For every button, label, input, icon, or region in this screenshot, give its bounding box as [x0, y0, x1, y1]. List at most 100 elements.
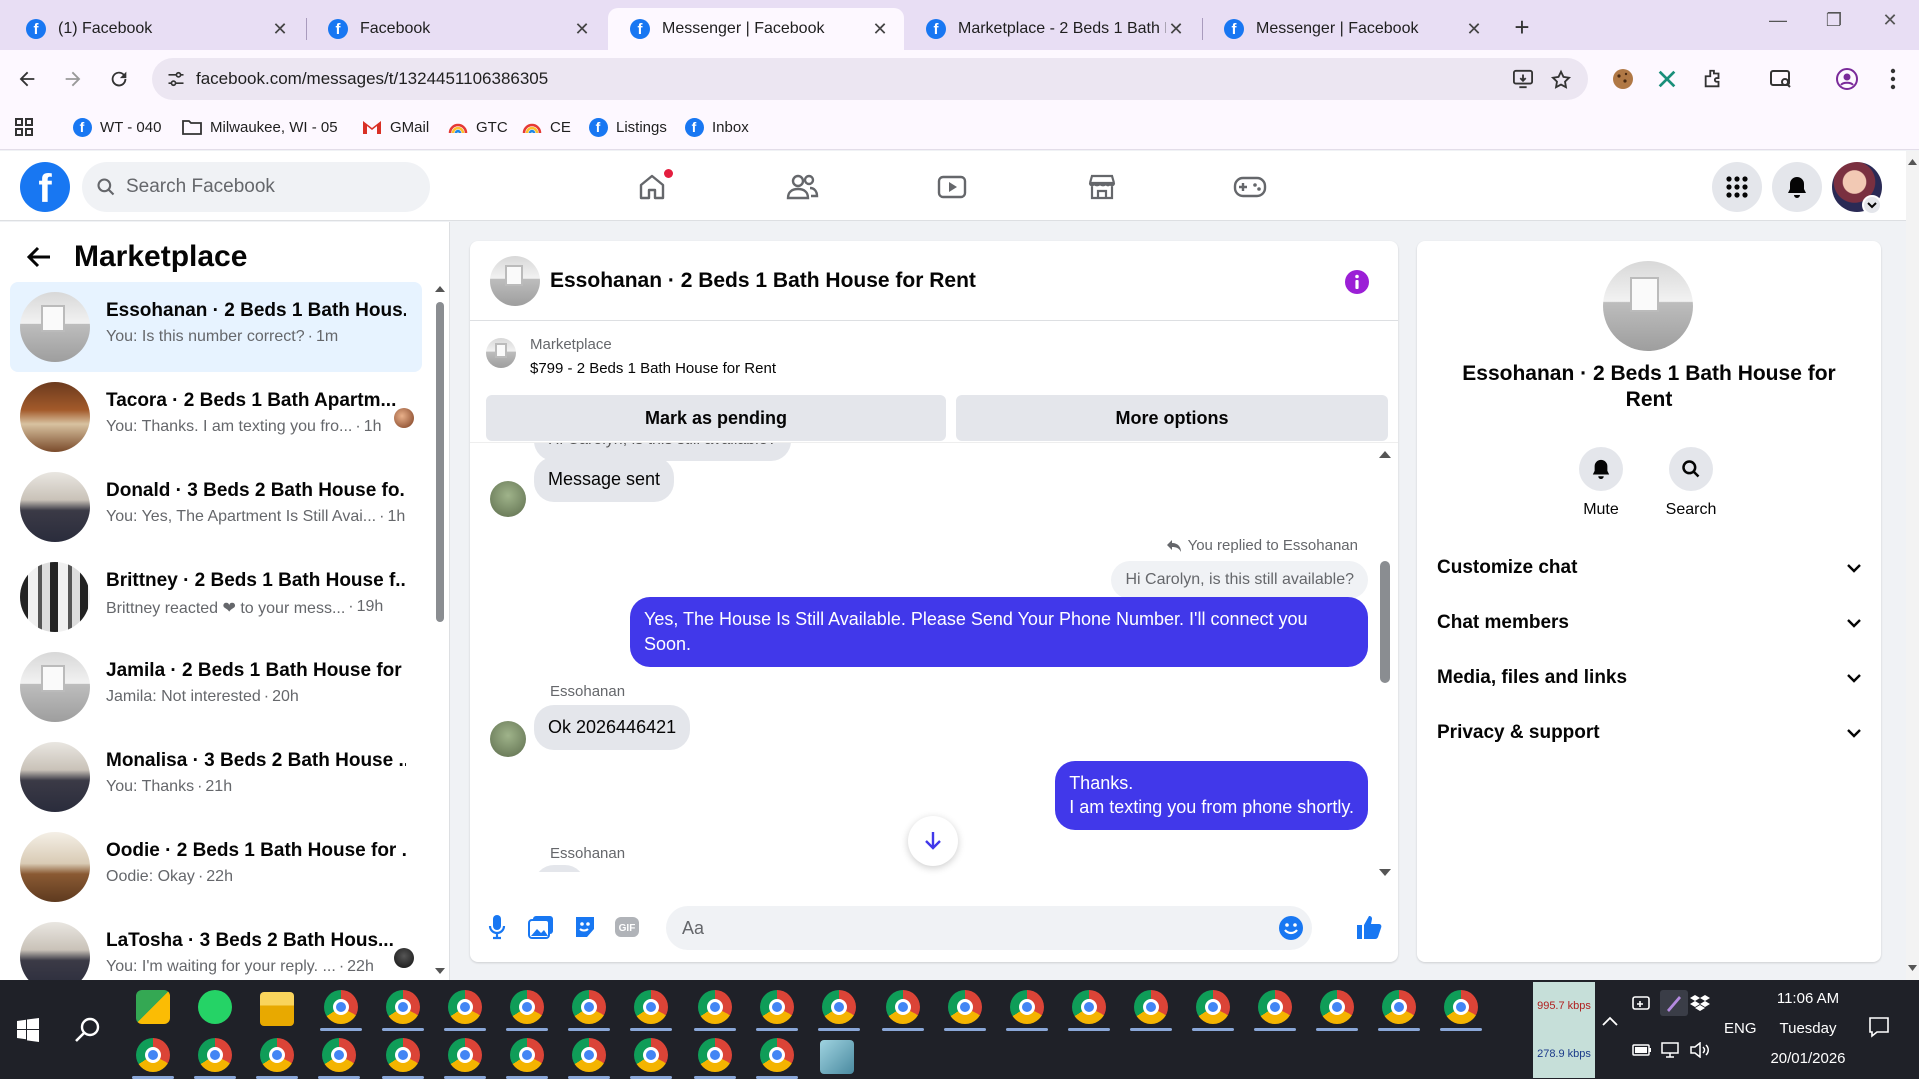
bookmark-inbox[interactable]: f Inbox	[684, 117, 749, 137]
info-avatar[interactable]	[1603, 261, 1693, 351]
close-icon[interactable]: ✕	[1464, 19, 1484, 40]
mark-as-pending-button[interactable]: Mark as pending	[486, 395, 946, 441]
browser-menu-icon[interactable]	[1880, 66, 1906, 92]
info-button[interactable]	[1344, 269, 1370, 295]
close-icon[interactable]: ✕	[1166, 19, 1186, 40]
conversation-item[interactable]: Donald · 3 Beds 2 Bath House fo... You: Y…	[10, 462, 422, 552]
new-tab-button[interactable]: +	[1508, 12, 1536, 43]
bookmark-listings[interactable]: f Listings	[588, 117, 667, 137]
screen-capture-icon[interactable]	[1632, 994, 1652, 1012]
chrome-window-icon[interactable]	[386, 1038, 420, 1072]
chrome-window-icon[interactable]	[322, 1038, 356, 1072]
whatsapp-icon[interactable]	[198, 990, 232, 1024]
sidebar-scroll-thumb[interactable]	[436, 302, 444, 622]
pen-tray-icon[interactable]	[1660, 990, 1688, 1016]
chrome-window-icon[interactable]	[198, 1038, 232, 1072]
page-scrollbar[interactable]	[1906, 151, 1919, 980]
bookmark-star-icon[interactable]	[1550, 69, 1572, 91]
show-hidden-icons-chevron-icon[interactable]	[1602, 1016, 1618, 1026]
chevron-down-icon[interactable]	[1862, 195, 1882, 215]
microphone-icon[interactable]	[482, 912, 512, 942]
extension-icon[interactable]	[1654, 66, 1680, 92]
chrome-window-icon[interactable]	[634, 990, 668, 1024]
chrome-window-icon[interactable]	[324, 990, 358, 1024]
minimize-icon[interactable]: —	[1763, 10, 1793, 31]
message-input-wrapper[interactable]	[666, 906, 1312, 950]
message-input[interactable]	[666, 906, 1226, 950]
sticker-icon[interactable]	[570, 912, 600, 942]
search-input[interactable]	[126, 176, 406, 198]
chrome-window-icon[interactable]	[448, 990, 482, 1024]
marketplace-nav-icon[interactable]	[1080, 165, 1124, 209]
address-bar[interactable]: facebook.com/messages/t/1324451106386305	[152, 58, 1588, 100]
incoming-phone-message[interactable]: Ok 2026446421	[534, 705, 691, 751]
scroll-to-bottom-button[interactable]	[908, 816, 958, 866]
chrome-window-icon[interactable]	[886, 990, 920, 1024]
photo-icon[interactable]	[526, 912, 556, 942]
sender-avatar[interactable]	[490, 721, 526, 757]
back-button[interactable]	[12, 64, 42, 94]
listing-price-title[interactable]: $799 - 2 Beds 1 Bath House for Rent	[530, 360, 776, 377]
reload-button[interactable]	[104, 64, 134, 94]
window-close-icon[interactable]: ✕	[1875, 10, 1905, 31]
tab-facebook-1[interactable]: f (1) Facebook ✕	[4, 8, 304, 50]
gaming-nav-icon[interactable]	[1228, 165, 1272, 209]
back-arrow-icon[interactable]	[26, 245, 52, 269]
chrome-window-icon[interactable]	[698, 990, 732, 1024]
conversation-item[interactable]: Oodie · 2 Beds 1 Bath House for ... Oodie…	[10, 822, 422, 912]
volume-icon[interactable]	[1690, 1042, 1712, 1058]
privacy-support-row[interactable]: Privacy & support	[1437, 713, 1861, 753]
chrome-window-icon[interactable]	[948, 990, 982, 1024]
conversation-item[interactable]: Monalisa · 3 Beds 2 Bath House ... You: T…	[10, 732, 422, 822]
chrome-window-icon[interactable]	[136, 1038, 170, 1072]
outgoing-message-availability[interactable]: Yes, The House Is Still Available. Pleas…	[630, 597, 1368, 668]
mute-button[interactable]: Mute	[1561, 447, 1641, 519]
chrome-window-icon[interactable]	[386, 990, 420, 1024]
close-icon[interactable]: ✕	[870, 19, 890, 40]
chrome-window-icon[interactable]	[1320, 990, 1354, 1024]
gif-icon[interactable]: GIF	[612, 912, 642, 942]
app-icon[interactable]	[820, 1040, 854, 1074]
chrome-window-icon[interactable]	[260, 1038, 294, 1072]
restore-icon[interactable]: ❐	[1819, 10, 1849, 31]
chrome-window-icon[interactable]	[634, 1038, 668, 1072]
chrome-window-icon[interactable]	[448, 1038, 482, 1072]
taskbar-search-icon[interactable]	[74, 1016, 102, 1044]
install-app-icon[interactable]	[1512, 69, 1534, 89]
bookmark-gtc[interactable]: GTC	[448, 117, 508, 137]
menu-grid-button[interactable]	[1712, 162, 1762, 212]
conversation-item[interactable]: Tacora · 2 Beds 1 Bath Apartm... You: Tha…	[10, 372, 422, 462]
puzzle-extensions-icon[interactable]	[1700, 66, 1726, 92]
notification-center-icon[interactable]	[1868, 1016, 1890, 1038]
chrome-window-icon[interactable]	[572, 990, 606, 1024]
friends-nav-icon[interactable]	[780, 165, 824, 209]
conversation-item[interactable]: Jamila · 2 Beds 1 Bath House for ... Jami…	[10, 642, 422, 732]
bookmark-milwaukee-folder[interactable]: Milwaukee, WI - 05	[182, 117, 338, 137]
conversation-item[interactable]: LaTosha · 3 Beds 2 Bath Hous... You: I'm …	[10, 912, 422, 980]
chrome-window-icon[interactable]	[1444, 990, 1478, 1024]
clock-time[interactable]: 11:06 AM	[1768, 990, 1848, 1007]
conversation-item[interactable]: Essohanan · 2 Beds 1 Bath Hous... You: Is…	[10, 282, 422, 372]
search-in-conversation-button[interactable]: Search	[1651, 447, 1731, 519]
outgoing-message-thanks[interactable]: Thanks. I am texting you from phone shor…	[1055, 761, 1368, 830]
sheets-app-icon[interactable]	[136, 990, 170, 1024]
media-files-links-row[interactable]: Media, files and links	[1437, 658, 1861, 698]
tab-marketplace[interactable]: f Marketplace - 2 Beds 1 Bath Ho ✕	[904, 8, 1200, 50]
cookie-extension-icon[interactable]	[1610, 66, 1636, 92]
tab-search-icon[interactable]	[1768, 66, 1794, 92]
chrome-window-icon[interactable]	[1010, 990, 1044, 1024]
chrome-window-icon[interactable]	[1258, 990, 1292, 1024]
chrome-window-icon[interactable]	[822, 990, 856, 1024]
notifications-button[interactable]	[1772, 162, 1822, 212]
close-icon[interactable]: ✕	[270, 19, 290, 40]
chrome-window-icon[interactable]	[760, 1038, 794, 1072]
chat-members-row[interactable]: Chat members	[1437, 603, 1861, 643]
emoji-icon[interactable]	[1278, 915, 1304, 941]
more-options-button[interactable]: More options	[956, 395, 1388, 441]
chat-scroll-thumb[interactable]	[1380, 561, 1390, 683]
facebook-search[interactable]	[82, 162, 430, 212]
apps-grid-icon[interactable]	[14, 117, 34, 137]
language-indicator[interactable]: ENG	[1724, 1020, 1757, 1037]
close-icon[interactable]: ✕	[572, 19, 592, 40]
tab-messenger-active[interactable]: f Messenger | Facebook ✕	[608, 8, 904, 50]
